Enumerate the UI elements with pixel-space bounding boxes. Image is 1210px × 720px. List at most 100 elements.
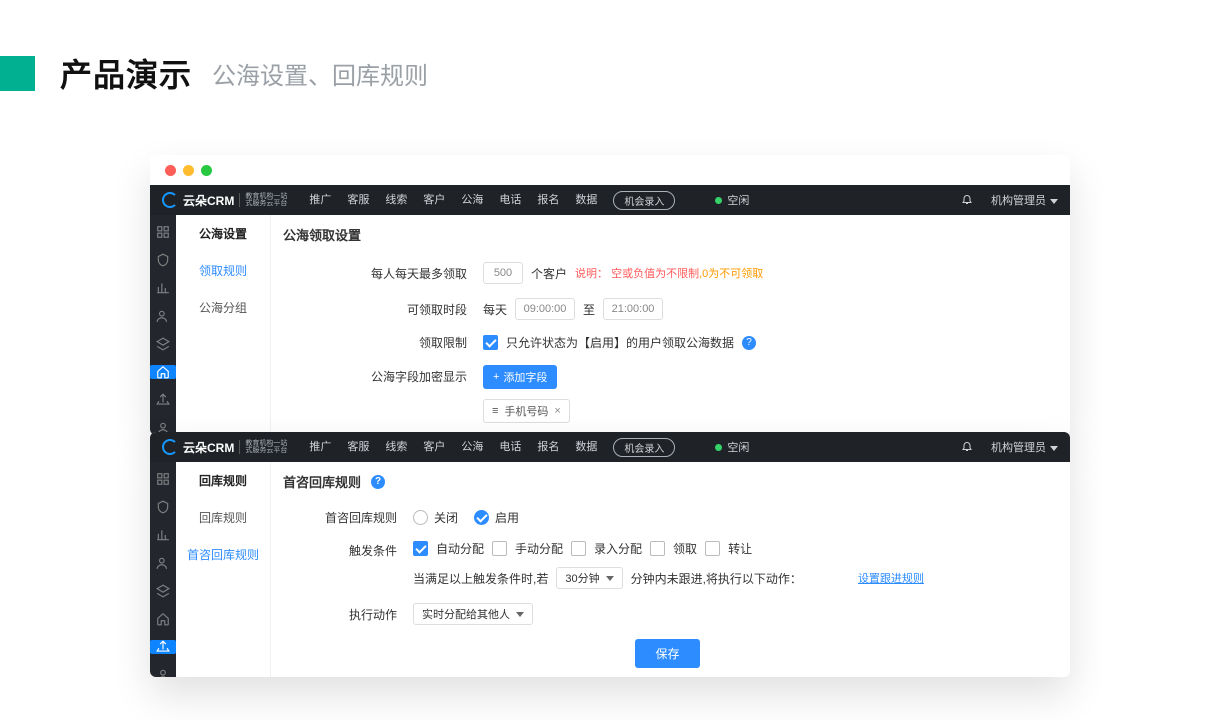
limit-checkbox[interactable] [483,335,498,350]
rail-shield-icon[interactable] [156,253,170,267]
topnav2: 云朵CRM 教育机构一站式服务云平台 推广 客服 线索 客户 公海 电话 报名 … [150,432,1070,462]
radio-on-label: 启用 [495,509,519,526]
nav-customer[interactable]: 客户 [423,438,445,457]
cb-claim-label: 领取 [673,540,697,557]
cb-manual-label: 手动分配 [515,540,563,557]
window-return-rules: 云朵CRM 教育机构一站式服务云平台 推广 客服 线索 客户 公海 电话 报名 … [150,432,1070,677]
cb-claim[interactable] [650,541,665,556]
help-icon[interactable]: ? [371,475,385,489]
side-item-claim-rules[interactable]: 领取规则 [176,252,270,289]
limit-text: 只允许状态为【启用】的用户领取公海数据 [506,334,734,351]
bell-icon[interactable] [961,193,973,207]
side-menu2: 回库规则 回库规则 首咨回库规则 [176,462,271,677]
nav-service[interactable]: 客服 [347,191,369,210]
rail-shield-icon[interactable] [156,500,170,514]
action-select[interactable]: 实时分配给其他人 [413,603,533,625]
status-text: 空闲 [727,192,749,208]
side-menu: 公海设置 领取规则 公海分组 [176,215,271,435]
cb-auto-label: 自动分配 [436,540,484,557]
nav-promo[interactable]: 推广 [309,191,331,210]
cb-import[interactable] [571,541,586,556]
status-indicator: 空闲 [715,192,749,208]
rule-label: 首咨回库规则 [283,509,413,526]
encrypt-label: 公海字段加密显示 [283,365,483,385]
rail-dashboard-icon[interactable] [156,225,170,239]
window-public-sea: 云朵CRM 教育机构一站式服务云平台 推广 客服 线索 客户 公海 电话 报名 … [150,155,1070,435]
panel-title: 公海领取设置 [283,225,1052,244]
side-item-return[interactable]: 回库规则 [176,499,270,536]
nav-signup[interactable]: 报名 [537,438,559,457]
time-daily: 每天 [483,301,507,318]
content-panel2: 首咨回库规则? 首咨回库规则 关闭 启用 触发条件 自动分配 手动分配 录入分配… [271,462,1070,677]
minimize-dot[interactable] [183,165,194,176]
nav-sea[interactable]: 公海 [461,438,483,457]
logo-icon [162,439,178,455]
nav-data[interactable]: 数据 [575,191,597,210]
nav-leads[interactable]: 线索 [385,191,407,210]
perday-input[interactable] [483,262,523,284]
nav-data[interactable]: 数据 [575,438,597,457]
logo[interactable]: 云朵CRM 教育机构一站式服务云平台 [162,192,287,209]
radio-off[interactable] [413,510,428,525]
side-item-group[interactable]: 公海分组 [176,289,270,326]
minutes-select[interactable]: 30分钟 [556,567,622,589]
nav-promo[interactable]: 推广 [309,438,331,457]
nav-service[interactable]: 客服 [347,438,369,457]
chip-remove-icon[interactable]: × [554,405,560,417]
rail-recycle-icon[interactable] [156,393,170,407]
nav-phone[interactable]: 电话 [499,191,521,210]
perday-label: 每人每天最多领取 [283,265,483,282]
nav-customer[interactable]: 客户 [423,191,445,210]
save-button[interactable]: 保存 [635,639,699,668]
side-item-firstask[interactable]: 首咨回库规则 [176,536,270,573]
user-menu[interactable]: 机构管理员 [991,439,1058,455]
icon-rail [150,215,176,435]
time-from-input[interactable] [515,298,575,320]
zoom-dot[interactable] [201,165,212,176]
time-to-input[interactable] [603,298,663,320]
rail-recycle-icon[interactable] [150,640,176,654]
rail-chart-icon[interactable] [156,528,170,542]
plus-icon: + [493,371,499,383]
rail-user2-icon[interactable] [156,668,170,677]
rail-layers-icon[interactable] [156,584,170,598]
logo-icon [162,192,178,208]
cb-transfer[interactable] [705,541,720,556]
limit-label: 领取限制 [283,334,483,351]
chevron-down-icon [606,576,614,581]
rail-user-icon[interactable] [156,556,170,570]
radio-on[interactable] [474,510,489,525]
cb-manual[interactable] [492,541,507,556]
rail-dashboard-icon[interactable] [156,472,170,486]
nav-opportunity-button[interactable]: 机会录入 [613,191,675,210]
close-dot[interactable] [165,165,176,176]
add-field-button[interactable]: +添加字段 [483,365,557,389]
rail-chart-icon[interactable] [156,281,170,295]
slide-title: 产品演示 [60,50,192,96]
field-chip-phone: ≡手机号码× [483,399,570,423]
nav-opportunity-button[interactable]: 机会录入 [613,438,675,457]
trigger-label: 触发条件 [283,540,413,559]
rail-user-icon[interactable] [156,309,170,323]
trigger-line-b: 分钟内未跟进,将执行以下动作： [631,570,802,587]
set-followup-link[interactable]: 设置跟进规则 [858,570,924,586]
nav-sea[interactable]: 公海 [461,191,483,210]
status-dot-icon [715,444,722,451]
nav-leads[interactable]: 线索 [385,438,407,457]
perday-unit: 个客户 [531,265,567,282]
nav-phone[interactable]: 电话 [499,438,521,457]
cb-auto[interactable] [413,541,428,556]
drag-icon[interactable]: ≡ [492,405,498,417]
user-menu[interactable]: 机构管理员 [991,192,1058,208]
bell-icon[interactable] [961,440,973,454]
rail-layers-icon[interactable] [156,337,170,351]
cb-import-label: 录入分配 [594,540,642,557]
help-icon[interactable]: ? [742,336,756,350]
logo-text: 云朵CRM [183,439,234,456]
rail-home-icon[interactable] [150,365,176,379]
logo2[interactable]: 云朵CRM 教育机构一站式服务云平台 [162,439,287,456]
nav-signup[interactable]: 报名 [537,191,559,210]
chevron-down-icon [516,612,524,617]
rail-home-icon[interactable] [156,612,170,626]
logo-subtext: 教育机构一站式服务云平台 [239,193,287,207]
